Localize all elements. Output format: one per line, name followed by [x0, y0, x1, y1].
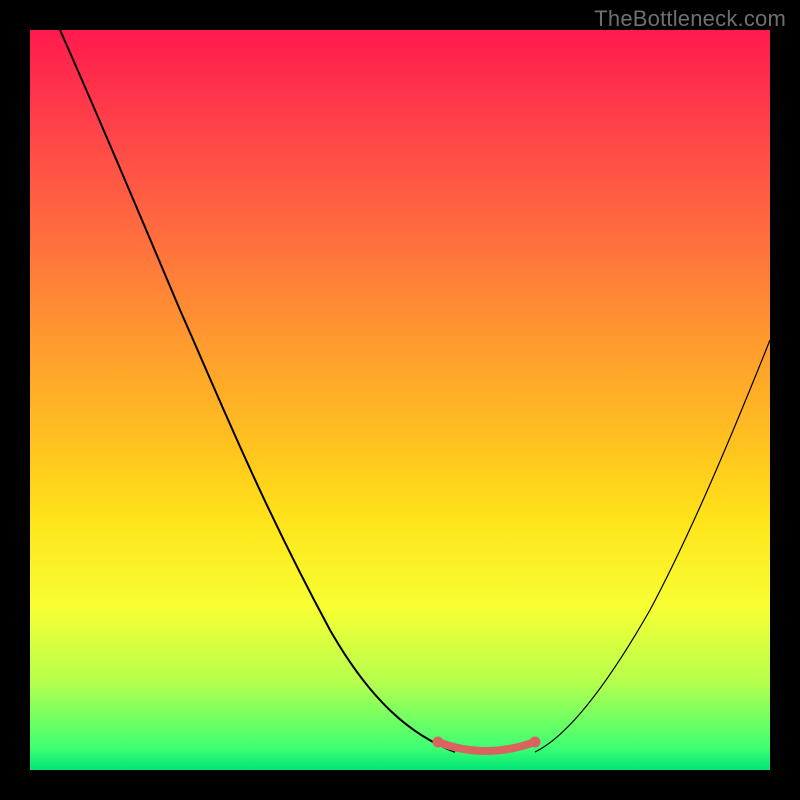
left-curve	[60, 30, 455, 752]
valley-highlight	[438, 742, 535, 751]
right-curve	[535, 340, 770, 752]
valley-dot-left	[433, 737, 444, 748]
plot-area	[30, 30, 770, 770]
plot-svg	[30, 30, 770, 770]
chart-frame: TheBottleneck.com	[0, 0, 800, 800]
valley-dot-right	[530, 737, 541, 748]
watermark-text: TheBottleneck.com	[594, 6, 786, 32]
